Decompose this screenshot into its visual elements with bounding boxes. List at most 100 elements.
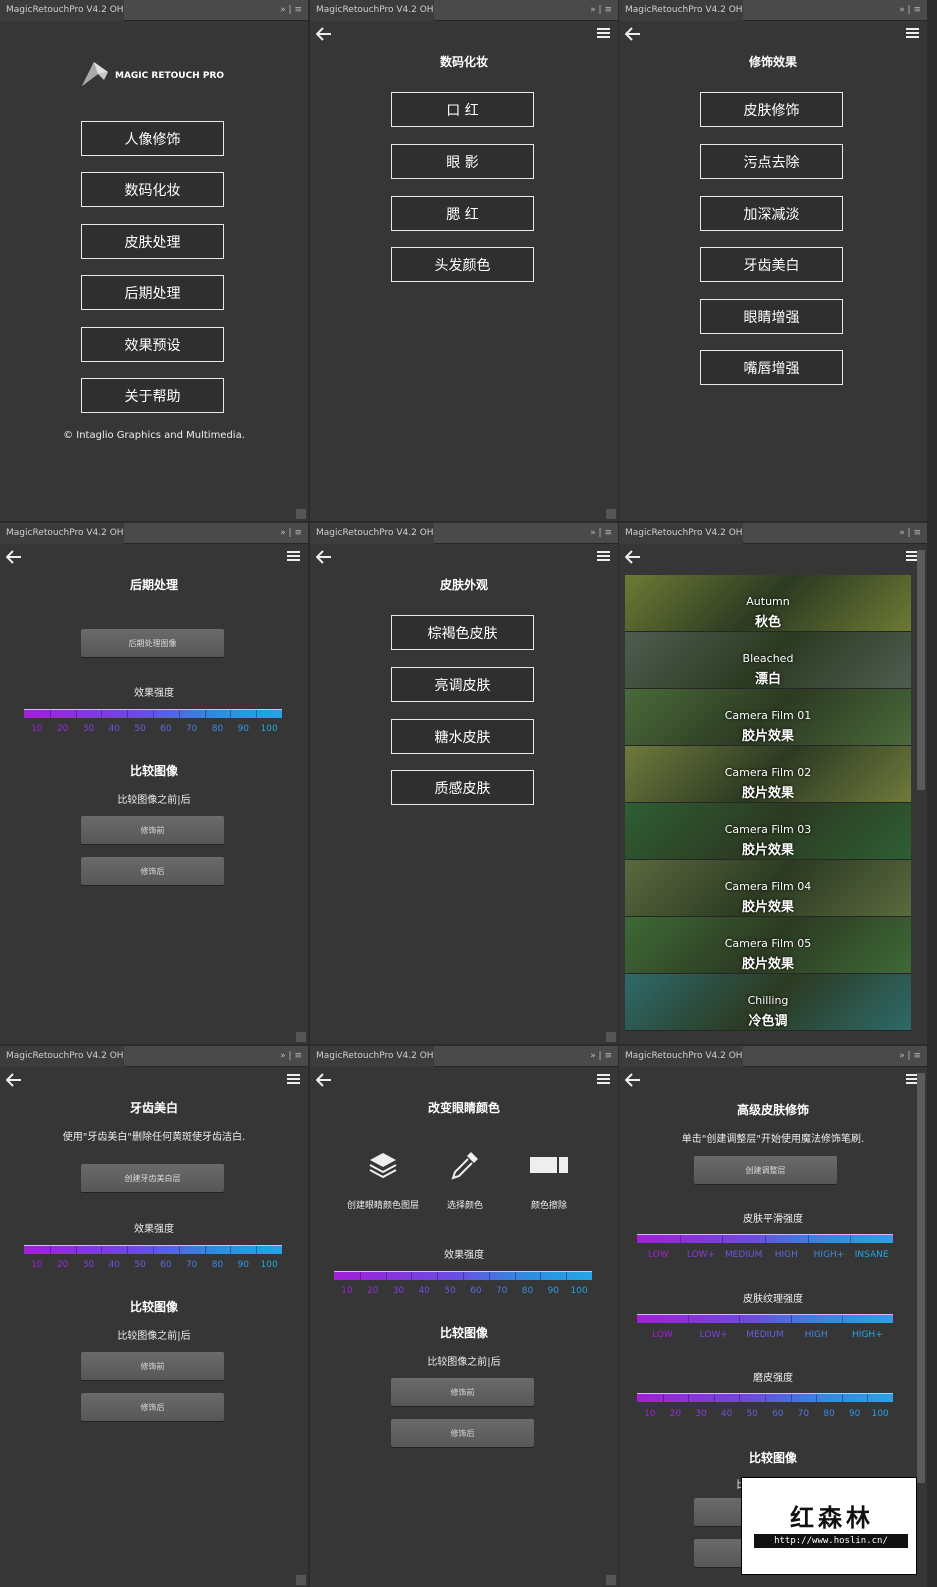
panel-menu-controls[interactable]: » | ≡ — [590, 1046, 612, 1067]
panel-titlebar: MagicRetouchPro V4.2 OH汉化 » | ≡ — [0, 0, 308, 21]
panel-menu-controls[interactable]: » | ≡ — [899, 1046, 921, 1067]
tick-label: 60 — [160, 724, 172, 734]
preset-thumbnail[interactable]: Camera Film 02 胶片效果 — [625, 746, 911, 803]
panel-tab[interactable]: MagicRetouchPro V4.2 OH汉化 — [619, 0, 743, 21]
tick-label: 20 — [56, 1260, 69, 1270]
resize-grip[interactable] — [606, 509, 616, 519]
makeup-button[interactable]: 口 红 — [391, 92, 534, 127]
eye-tool[interactable]: 选择颜色 — [425, 1148, 505, 1218]
skin-look-button[interactable]: 棕褐色皮肤 — [391, 615, 534, 650]
retouch-button[interactable]: 嘴唇增强 — [700, 350, 843, 385]
panel-menu-controls[interactable]: » | ≡ — [280, 0, 302, 21]
main-menu-button[interactable]: 关于帮助 — [81, 378, 224, 413]
panel-menu-controls[interactable]: » | ≡ — [280, 1046, 302, 1067]
makeup-button[interactable]: 腮 红 — [391, 196, 534, 231]
panel-menu-controls[interactable]: » | ≡ — [280, 523, 302, 544]
copyright-text: © Intaglio Graphics and Multimedia. — [63, 430, 245, 441]
preset-name-en: Camera Film 04 — [724, 880, 812, 893]
panel-menu-controls[interactable]: » | ≡ — [590, 0, 612, 21]
hamburger-menu-icon[interactable] — [287, 551, 300, 561]
tick-label: 40 — [418, 1286, 431, 1296]
preset-thumbnail[interactable]: Camera Film 05 胶片效果 — [625, 917, 911, 974]
back-arrow-icon[interactable] — [624, 1072, 641, 1087]
retouch-button[interactable]: 加深减淡 — [700, 196, 843, 231]
resize-grip[interactable] — [296, 1032, 306, 1042]
resize-grip[interactable] — [296, 509, 306, 519]
teeth-whitening-panel: MagicRetouchPro V4.2 OH汉化» | ≡牙齿美白使用"牙齿美… — [0, 1046, 308, 1587]
tick-label: 90 — [848, 1409, 861, 1419]
preset-name-zh: 胶片效果 — [741, 900, 794, 915]
before-button[interactable]: 修饰前 — [81, 816, 224, 844]
panel-menu-controls[interactable]: » | ≡ — [899, 523, 921, 544]
back-arrow-icon[interactable] — [624, 26, 641, 41]
strength-slider[interactable] — [24, 709, 282, 718]
eye-tool[interactable]: 颜色擦除 — [509, 1148, 589, 1218]
hamburger-menu-icon[interactable] — [906, 28, 919, 38]
layers-icon — [343, 1148, 423, 1182]
panel-menu-controls[interactable]: » | ≡ — [590, 523, 612, 544]
makeup-button[interactable]: 眼 影 — [391, 144, 534, 179]
main-menu-button[interactable]: 数码化妆 — [81, 172, 224, 207]
hamburger-menu-icon[interactable] — [597, 551, 610, 561]
panel-tab[interactable]: MagicRetouchPro V4.2 OH汉化 — [619, 523, 743, 544]
back-arrow-icon[interactable] — [315, 26, 332, 41]
eyedropper-icon — [425, 1148, 505, 1182]
resize-grip[interactable] — [606, 1032, 616, 1042]
back-arrow-icon[interactable] — [5, 1072, 22, 1087]
after-button[interactable]: 修饰后 — [81, 857, 224, 885]
texture-slider[interactable] — [637, 1314, 893, 1323]
panel-tab[interactable]: MagicRetouchPro V4.2 OH汉化 — [0, 0, 124, 21]
makeup-button[interactable]: 头发颜色 — [391, 247, 534, 282]
scrollbar[interactable] — [917, 550, 925, 790]
retouch-button[interactable]: 污点去除 — [700, 144, 843, 179]
preset-thumbnail[interactable]: Camera Film 03 胶片效果 — [625, 803, 911, 860]
panel-tab[interactable]: MagicRetouchPro V4.2 OH汉化 — [0, 523, 124, 544]
hamburger-menu-icon[interactable] — [287, 1074, 300, 1084]
strength-slider[interactable] — [24, 1245, 282, 1254]
retouch-button[interactable]: 皮肤修饰 — [700, 92, 843, 127]
preset-thumbnail[interactable]: Camera Film 04 胶片效果 — [625, 860, 911, 917]
back-arrow-icon[interactable] — [315, 549, 332, 564]
tick-label: 70 — [185, 724, 198, 734]
panel-titlebar: MagicRetouchPro V4.2 OH汉化 » | ≡ — [310, 0, 618, 21]
back-arrow-icon[interactable] — [624, 549, 641, 564]
smooth-slider[interactable] — [637, 1234, 893, 1243]
preset-thumbnail[interactable]: Autumn 秋色 — [625, 575, 911, 632]
panel-menu-controls[interactable]: » | ≡ — [899, 0, 921, 21]
panel-tab[interactable]: MagicRetouchPro V4.2 OH汉化 — [310, 0, 434, 21]
skin-look-button[interactable]: 亮调皮肤 — [391, 667, 534, 702]
preset-thumbnail[interactable]: Camera Film 01 胶片效果 — [625, 689, 911, 746]
before-button[interactable]: 修饰前 — [391, 1378, 534, 1406]
process-image-button[interactable]: 后期处理图像 — [81, 629, 224, 657]
main-menu-button[interactable]: 皮肤处理 — [81, 224, 224, 259]
before-button[interactable]: 修饰前 — [81, 1352, 224, 1380]
preset-thumbnail[interactable]: Chilling 冷色调 — [625, 974, 911, 1031]
resize-grip[interactable] — [296, 1575, 306, 1585]
main-menu-button[interactable]: 后期处理 — [81, 275, 224, 310]
eye-tool[interactable]: 创建眼睛颜色图层 — [343, 1148, 423, 1218]
strength-slider[interactable] — [334, 1271, 592, 1280]
tick-label: HIGH — [774, 1250, 798, 1260]
panel-tab[interactable]: MagicRetouchPro V4.2 OH汉化 — [619, 1046, 743, 1067]
main-menu-button[interactable]: 人像修饰 — [81, 121, 224, 156]
retouch-button[interactable]: 牙齿美白 — [700, 247, 843, 282]
soften-slider[interactable] — [637, 1393, 893, 1402]
panel-tab[interactable]: MagicRetouchPro V4.2 OH汉化 — [0, 1046, 124, 1067]
back-arrow-icon[interactable] — [315, 1072, 332, 1087]
resize-grip[interactable] — [606, 1575, 616, 1585]
back-arrow-icon[interactable] — [5, 549, 22, 564]
create-adjustment-layer-button[interactable]: 创建调整层 — [694, 1156, 837, 1184]
main-menu-button[interactable]: 效果预设 — [81, 327, 224, 362]
preset-thumbnail[interactable]: Bleached 漂白 — [625, 632, 911, 689]
retouch-button[interactable]: 眼睛增强 — [700, 299, 843, 334]
after-button[interactable]: 修饰后 — [81, 1393, 224, 1421]
hamburger-menu-icon[interactable] — [597, 1074, 610, 1084]
panel-titlebar: MagicRetouchPro V4.2 OH汉化 » | ≡ — [310, 1046, 618, 1067]
skin-look-button[interactable]: 糖水皮肤 — [391, 719, 534, 754]
panel-tab[interactable]: MagicRetouchPro V4.2 OH汉化 — [310, 1046, 434, 1067]
skin-look-button[interactable]: 质感皮肤 — [391, 770, 534, 805]
create-teeth-layer-button[interactable]: 创建牙齿美白层 — [81, 1164, 224, 1192]
hamburger-menu-icon[interactable] — [597, 28, 610, 38]
panel-tab[interactable]: MagicRetouchPro V4.2 OH汉化 — [310, 523, 434, 544]
after-button[interactable]: 修饰后 — [391, 1419, 534, 1447]
